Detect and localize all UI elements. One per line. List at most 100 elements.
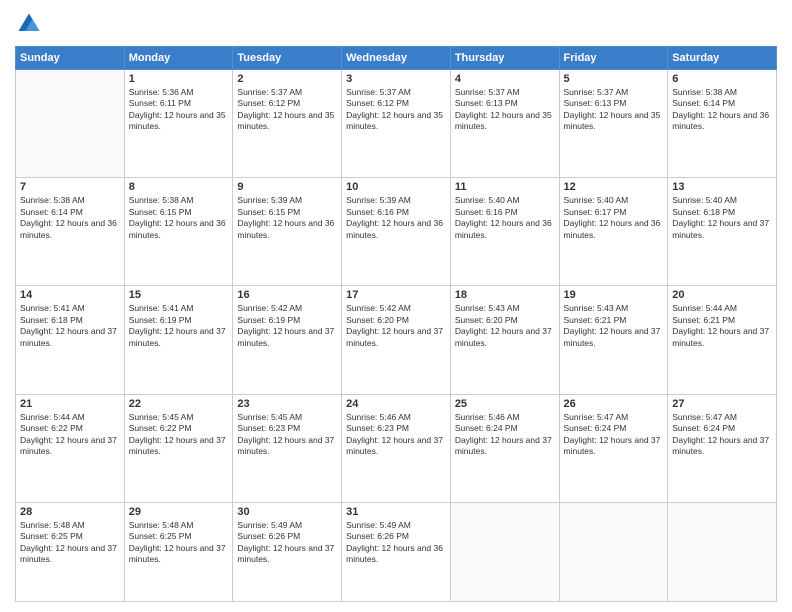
day-number: 23 — [237, 398, 337, 410]
day-info: Sunrise: 5:39 AM Sunset: 6:15 PM Dayligh… — [237, 195, 337, 241]
day-info: Sunrise: 5:37 AM Sunset: 6:12 PM Dayligh… — [237, 87, 337, 133]
calendar-cell: 4 Sunrise: 5:37 AM Sunset: 6:13 PM Daylig… — [450, 70, 559, 178]
calendar-cell: 5 Sunrise: 5:37 AM Sunset: 6:13 PM Daylig… — [559, 70, 668, 178]
calendar-week-2: 7Sunrise: 5:38 AM Sunset: 6:14 PM Daylig… — [16, 178, 777, 286]
day-number: 15 — [129, 289, 229, 301]
day-number: 22 — [129, 398, 229, 410]
calendar-cell: 19Sunrise: 5:43 AM Sunset: 6:21 PM Dayli… — [559, 286, 668, 394]
day-number: 1 — [129, 73, 229, 85]
calendar-cell: 11Sunrise: 5:40 AM Sunset: 6:16 PM Dayli… — [450, 178, 559, 286]
day-number: 18 — [455, 289, 555, 301]
calendar-cell: 30 Sunrise: 5:49 AM Sunset: 6:26 PM Dayli… — [233, 502, 342, 601]
weekday-header-tuesday: Tuesday — [233, 47, 342, 70]
day-number: 5 — [564, 73, 664, 85]
header — [15, 10, 777, 38]
day-number: 14 — [20, 289, 120, 301]
calendar-cell: 10 Sunrise: 5:39 AM Sunset: 6:16 PM Dayli… — [342, 178, 451, 286]
calendar-cell: 7Sunrise: 5:38 AM Sunset: 6:14 PM Daylig… — [16, 178, 125, 286]
day-info: Sunrise: 5:37 AM Sunset: 6:12 PM Dayligh… — [346, 87, 446, 133]
calendar-cell: 17Sunrise: 5:42 AM Sunset: 6:20 PM Dayli… — [342, 286, 451, 394]
day-number: 9 — [237, 181, 337, 193]
day-number: 21 — [20, 398, 120, 410]
calendar-cell — [16, 70, 125, 178]
day-info: Sunrise: 5:37 AM Sunset: 6:13 PM Dayligh… — [564, 87, 664, 133]
weekday-header-friday: Friday — [559, 47, 668, 70]
day-number: 3 — [346, 73, 446, 85]
calendar-cell: 9 Sunrise: 5:39 AM Sunset: 6:15 PM Daylig… — [233, 178, 342, 286]
day-info: Sunrise: 5:42 AM Sunset: 6:19 PM Dayligh… — [237, 303, 337, 349]
weekday-header-sunday: Sunday — [16, 47, 125, 70]
calendar-cell: 1 Sunrise: 5:36 AM Sunset: 6:11 PM Daylig… — [124, 70, 233, 178]
calendar-table: SundayMondayTuesdayWednesdayThursdayFrid… — [15, 46, 777, 602]
day-info: Sunrise: 5:43 AM Sunset: 6:20 PM Dayligh… — [455, 303, 555, 349]
day-number: 26 — [564, 398, 664, 410]
calendar-week-5: 28 Sunrise: 5:48 AM Sunset: 6:25 PM Dayli… — [16, 502, 777, 601]
day-number: 8 — [129, 181, 229, 193]
calendar-cell: 13Sunrise: 5:40 AM Sunset: 6:18 PM Dayli… — [668, 178, 777, 286]
day-info: Sunrise: 5:43 AM Sunset: 6:21 PM Dayligh… — [564, 303, 664, 349]
day-info: Sunrise: 5:37 AM Sunset: 6:13 PM Dayligh… — [455, 87, 555, 133]
calendar-week-3: 14Sunrise: 5:41 AM Sunset: 6:18 PM Dayli… — [16, 286, 777, 394]
calendar-cell: 25 Sunrise: 5:46 AM Sunset: 6:24 PM Dayli… — [450, 394, 559, 502]
day-info: Sunrise: 5:45 AM Sunset: 6:22 PM Dayligh… — [129, 412, 229, 458]
day-number: 25 — [455, 398, 555, 410]
day-info: Sunrise: 5:44 AM Sunset: 6:22 PM Dayligh… — [20, 412, 120, 458]
calendar-cell: 27 Sunrise: 5:47 AM Sunset: 6:24 PM Dayli… — [668, 394, 777, 502]
calendar-cell: 23 Sunrise: 5:45 AM Sunset: 6:23 PM Dayli… — [233, 394, 342, 502]
weekday-header-thursday: Thursday — [450, 47, 559, 70]
calendar-cell: 31Sunrise: 5:49 AM Sunset: 6:26 PM Dayli… — [342, 502, 451, 601]
calendar-cell: 28 Sunrise: 5:48 AM Sunset: 6:25 PM Dayli… — [16, 502, 125, 601]
calendar-cell — [668, 502, 777, 601]
day-info: Sunrise: 5:39 AM Sunset: 6:16 PM Dayligh… — [346, 195, 446, 241]
day-info: Sunrise: 5:44 AM Sunset: 6:21 PM Dayligh… — [672, 303, 772, 349]
calendar-cell: 3 Sunrise: 5:37 AM Sunset: 6:12 PM Daylig… — [342, 70, 451, 178]
logo-icon — [15, 10, 43, 38]
day-number: 10 — [346, 181, 446, 193]
calendar-week-1: 1 Sunrise: 5:36 AM Sunset: 6:11 PM Daylig… — [16, 70, 777, 178]
day-info: Sunrise: 5:45 AM Sunset: 6:23 PM Dayligh… — [237, 412, 337, 458]
day-number: 16 — [237, 289, 337, 301]
calendar-cell: 16 Sunrise: 5:42 AM Sunset: 6:19 PM Dayli… — [233, 286, 342, 394]
day-number: 28 — [20, 506, 120, 518]
calendar-cell: 21 Sunrise: 5:44 AM Sunset: 6:22 PM Dayli… — [16, 394, 125, 502]
day-info: Sunrise: 5:38 AM Sunset: 6:15 PM Dayligh… — [129, 195, 229, 241]
calendar-cell: 26Sunrise: 5:47 AM Sunset: 6:24 PM Dayli… — [559, 394, 668, 502]
weekday-header-monday: Monday — [124, 47, 233, 70]
weekday-header-row: SundayMondayTuesdayWednesdayThursdayFrid… — [16, 47, 777, 70]
weekday-header-saturday: Saturday — [668, 47, 777, 70]
day-info: Sunrise: 5:47 AM Sunset: 6:24 PM Dayligh… — [672, 412, 772, 458]
day-number: 31 — [346, 506, 446, 518]
day-number: 7 — [20, 181, 120, 193]
day-info: Sunrise: 5:48 AM Sunset: 6:25 PM Dayligh… — [20, 520, 120, 566]
day-info: Sunrise: 5:40 AM Sunset: 6:18 PM Dayligh… — [672, 195, 772, 241]
day-number: 17 — [346, 289, 446, 301]
calendar-cell: 2Sunrise: 5:37 AM Sunset: 6:12 PM Daylig… — [233, 70, 342, 178]
calendar-cell — [450, 502, 559, 601]
calendar-cell: 8 Sunrise: 5:38 AM Sunset: 6:15 PM Daylig… — [124, 178, 233, 286]
day-info: Sunrise: 5:48 AM Sunset: 6:25 PM Dayligh… — [129, 520, 229, 566]
day-number: 30 — [237, 506, 337, 518]
day-info: Sunrise: 5:49 AM Sunset: 6:26 PM Dayligh… — [237, 520, 337, 566]
day-number: 20 — [672, 289, 772, 301]
weekday-header-wednesday: Wednesday — [342, 47, 451, 70]
calendar-cell — [559, 502, 668, 601]
calendar-cell: 18 Sunrise: 5:43 AM Sunset: 6:20 PM Dayli… — [450, 286, 559, 394]
day-number: 27 — [672, 398, 772, 410]
day-number: 6 — [672, 73, 772, 85]
day-info: Sunrise: 5:36 AM Sunset: 6:11 PM Dayligh… — [129, 87, 229, 133]
day-info: Sunrise: 5:40 AM Sunset: 6:17 PM Dayligh… — [564, 195, 664, 241]
calendar-cell: 24Sunrise: 5:46 AM Sunset: 6:23 PM Dayli… — [342, 394, 451, 502]
calendar-cell: 22 Sunrise: 5:45 AM Sunset: 6:22 PM Dayli… — [124, 394, 233, 502]
logo — [15, 10, 47, 38]
day-info: Sunrise: 5:41 AM Sunset: 6:19 PM Dayligh… — [129, 303, 229, 349]
calendar-cell: 20 Sunrise: 5:44 AM Sunset: 6:21 PM Dayli… — [668, 286, 777, 394]
calendar-cell: 29Sunrise: 5:48 AM Sunset: 6:25 PM Dayli… — [124, 502, 233, 601]
day-number: 11 — [455, 181, 555, 193]
page: SundayMondayTuesdayWednesdayThursdayFrid… — [0, 0, 792, 612]
calendar-week-4: 21 Sunrise: 5:44 AM Sunset: 6:22 PM Dayli… — [16, 394, 777, 502]
day-info: Sunrise: 5:46 AM Sunset: 6:24 PM Dayligh… — [455, 412, 555, 458]
day-number: 24 — [346, 398, 446, 410]
calendar-cell: 6Sunrise: 5:38 AM Sunset: 6:14 PM Daylig… — [668, 70, 777, 178]
day-number: 4 — [455, 73, 555, 85]
calendar-cell: 15 Sunrise: 5:41 AM Sunset: 6:19 PM Dayli… — [124, 286, 233, 394]
